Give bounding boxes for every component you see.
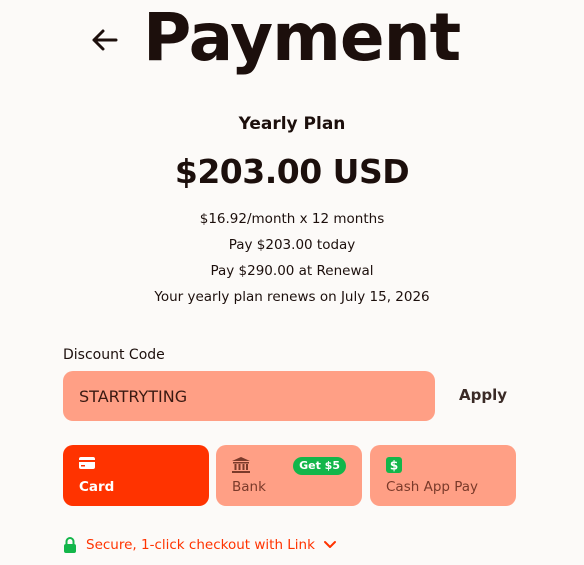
svg-text:$: $ bbox=[390, 459, 398, 473]
header: Payment bbox=[0, 0, 584, 90]
renewal-amount: Pay $290.00 at Renewal bbox=[210, 263, 374, 279]
bank-promo-badge: Get $5 bbox=[293, 457, 346, 475]
chevron-down-icon bbox=[323, 541, 336, 548]
plan-details: $16.92/month x 12 months Pay $203.00 tod… bbox=[0, 206, 584, 310]
payment-tab-cash-app[interactable]: $ Cash App Pay bbox=[370, 445, 516, 506]
cash-app-icon: $ bbox=[386, 457, 402, 473]
payment-tab-label: Bank bbox=[232, 479, 266, 495]
pay-today: Pay $203.00 today bbox=[228, 237, 356, 253]
renewal-date: Your yearly plan renews on July 15, 2026 bbox=[154, 289, 430, 305]
payment-tab-bank[interactable]: Get $5 Bank bbox=[216, 445, 362, 506]
payment-tab-label: Cash App Pay bbox=[386, 479, 479, 495]
monthly-rate: $16.92/month x 12 months bbox=[199, 211, 385, 227]
discount-label: Discount Code bbox=[63, 347, 165, 363]
plan-summary: Yearly Plan $203.00 USD $16.92/month x 1… bbox=[0, 112, 584, 310]
lock-icon bbox=[64, 537, 76, 553]
bank-icon bbox=[232, 457, 250, 473]
link-checkout[interactable]: Secure, 1-click checkout with Link bbox=[63, 535, 337, 555]
arrow-left-icon bbox=[92, 29, 118, 51]
page-title: Payment bbox=[143, 0, 461, 76]
payment-tab-card[interactable]: Card bbox=[63, 445, 209, 506]
credit-card-icon bbox=[79, 457, 95, 469]
back-button[interactable] bbox=[86, 22, 122, 58]
plan-price: $203.00 USD bbox=[174, 152, 410, 191]
payment-tab-label: Card bbox=[79, 479, 115, 495]
discount-code-input[interactable] bbox=[63, 371, 435, 421]
plan-name: Yearly Plan bbox=[238, 114, 346, 134]
apply-button[interactable]: Apply bbox=[448, 380, 518, 410]
link-checkout-text: Secure, 1-click checkout with Link bbox=[86, 537, 315, 553]
